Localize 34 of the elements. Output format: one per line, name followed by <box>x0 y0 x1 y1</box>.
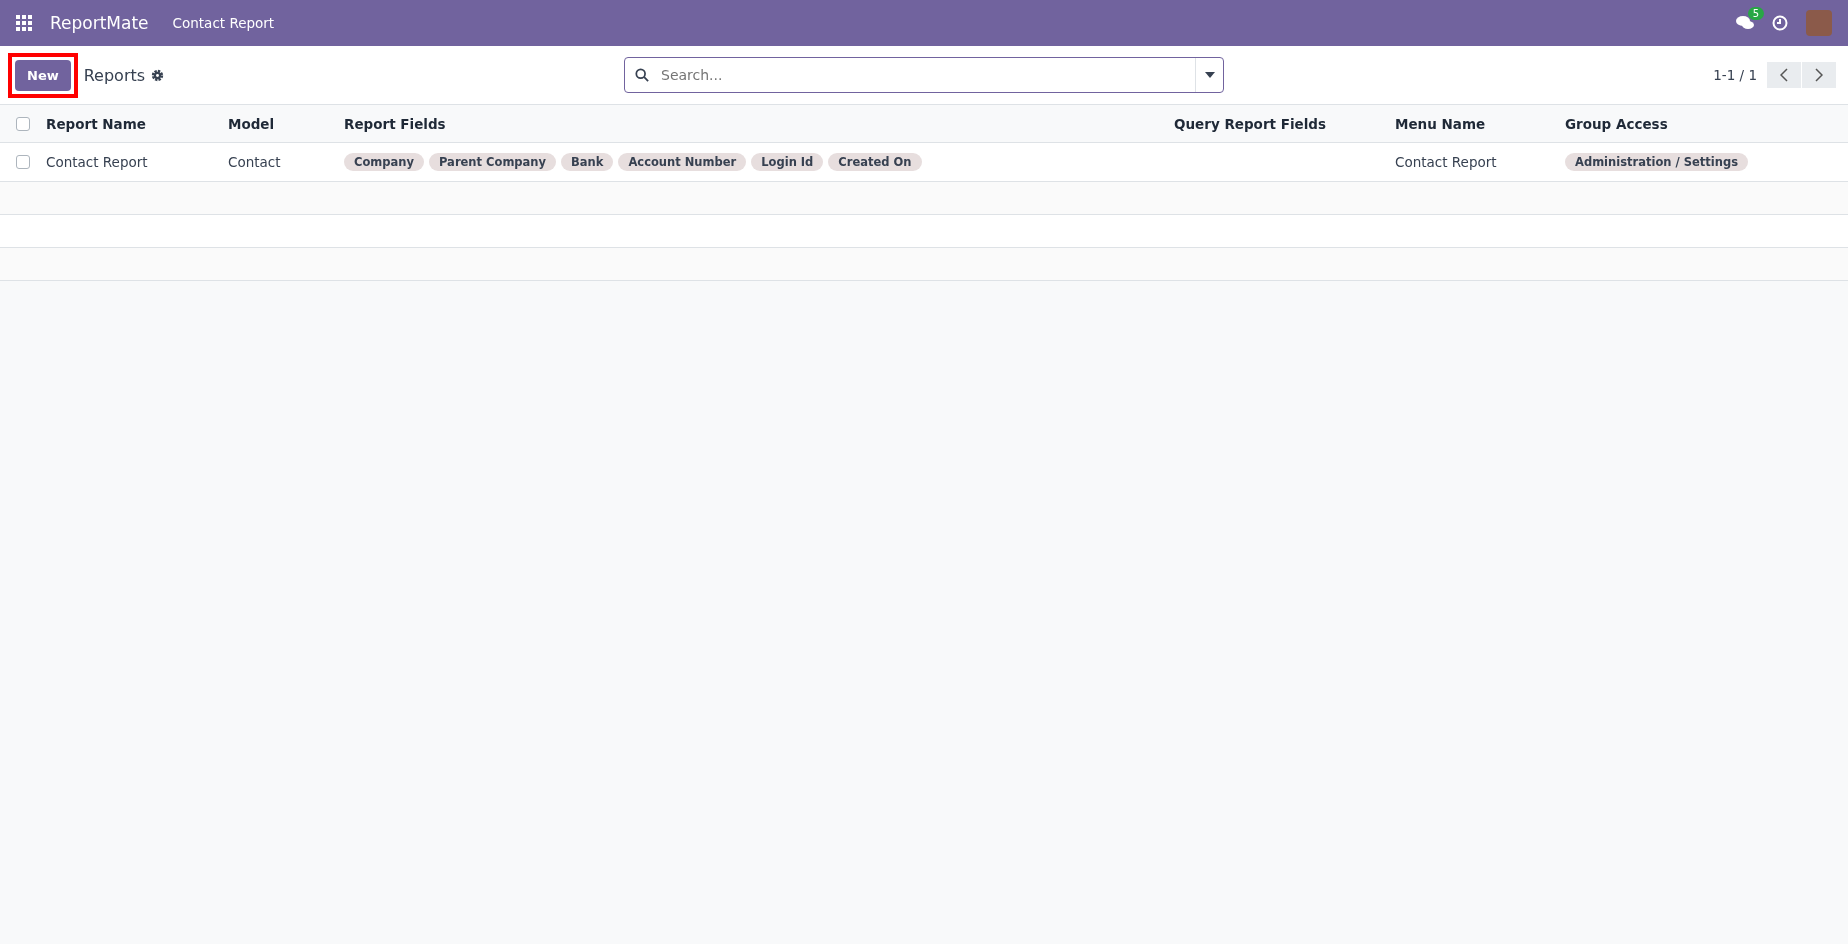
table-cell-text: Contact <box>228 154 282 170</box>
group-tag: Administration / Settings <box>1565 153 1748 171</box>
field-tag: Parent Company <box>429 153 557 171</box>
field-tag: Account Number <box>618 153 747 171</box>
table-cell-text: Contact Report <box>46 154 149 170</box>
column-header[interactable]: Menu Name <box>1395 115 1565 132</box>
column-header[interactable]: Group Access <box>1565 115 1848 132</box>
settings-icon[interactable] <box>151 68 165 82</box>
column-header[interactable]: Report Fields <box>344 115 1174 132</box>
pager-value[interactable]: 1-1 / 1 <box>1713 67 1757 83</box>
column-header[interactable]: Report Name <box>46 115 228 132</box>
search-icon <box>635 68 649 82</box>
search-field[interactable]: Search... <box>624 57 1224 93</box>
field-tag: Created On <box>828 153 922 171</box>
chevron-right-icon <box>1815 68 1823 82</box>
clock-icon[interactable] <box>1772 15 1788 31</box>
column-header[interactable]: Model <box>228 115 344 132</box>
caret-icon <box>1204 72 1215 78</box>
message-count-badge: 5 <box>1747 7 1764 20</box>
row-checkbox[interactable] <box>16 155 30 169</box>
field-tag: Login Id <box>751 153 824 171</box>
page-title: Reports <box>83 65 146 85</box>
field-tag: Company <box>344 153 424 171</box>
app-name[interactable]: ReportMate <box>50 13 149 33</box>
column-header[interactable]: Query Report Fields <box>1174 115 1395 132</box>
chevron-left-icon <box>1780 68 1788 82</box>
menu-item[interactable]: Contact Report <box>166 15 281 31</box>
chat-icon[interactable] <box>1736 15 1754 31</box>
table-cell-text: Contact Report <box>1395 154 1498 170</box>
search-input[interactable]: Search... <box>659 58 1195 92</box>
app-grid-icon[interactable] <box>16 15 32 31</box>
select-all-checkbox[interactable] <box>16 116 30 131</box>
new-button[interactable]: New <box>15 59 71 91</box>
field-tag: Bank <box>561 153 614 171</box>
